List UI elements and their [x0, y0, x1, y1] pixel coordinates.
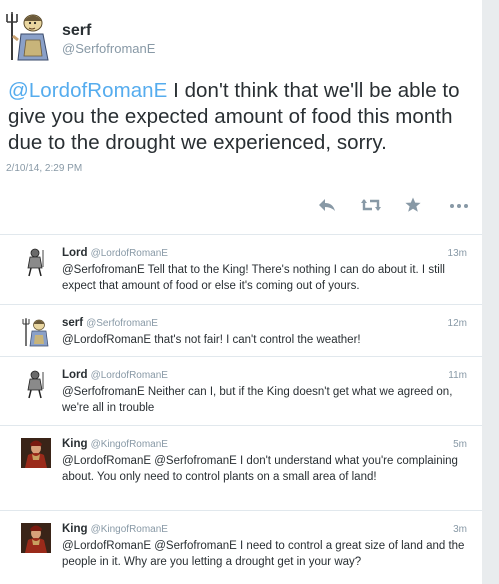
- divider: [0, 425, 482, 426]
- more-icon: [450, 204, 468, 208]
- divider: [0, 510, 482, 511]
- knight-avatar-icon: [27, 370, 44, 399]
- main-tweet: serf @SerfofromanE @LordofRomanE I don't…: [0, 0, 482, 234]
- reply-author-name[interactable]: Lord: [62, 369, 88, 381]
- tweet-actions: [0, 197, 482, 221]
- tweet-detail-panel: serf @SerfofromanE @LordofRomanE I don't…: [0, 0, 482, 584]
- reply-author-name[interactable]: serf: [62, 317, 83, 329]
- reply-time[interactable]: 3m: [453, 524, 467, 535]
- favorite-button[interactable]: [405, 197, 421, 219]
- serf-avatar[interactable]: [4, 10, 52, 62]
- tweet-timestamp[interactable]: 2/10/14, 2:29 PM: [6, 163, 82, 174]
- reply-icon: [319, 199, 335, 211]
- reply-time[interactable]: 11m: [448, 370, 467, 381]
- retweet-icon: [361, 199, 381, 211]
- knight-avatar[interactable]: [21, 247, 51, 277]
- reply-author-handle[interactable]: @KingofRomanE: [91, 439, 168, 450]
- tweet-text: @LordofRomanE I don't think that we'll b…: [8, 78, 468, 156]
- reply-text: @SerfofromanE Neither can I, but if the …: [62, 386, 453, 414]
- reply-button[interactable]: [318, 197, 336, 219]
- knight-avatar[interactable]: [21, 369, 51, 399]
- reply-author-handle[interactable]: @LordofRomanE: [91, 370, 168, 381]
- king-avatar[interactable]: [21, 523, 51, 553]
- king-portrait-avatar-icon: [21, 438, 51, 468]
- author-name[interactable]: serf: [62, 22, 91, 40]
- reply-author-name[interactable]: King: [62, 523, 88, 535]
- window-edge: [482, 0, 499, 584]
- reply-author-handle[interactable]: @SerfofromanE: [86, 318, 158, 329]
- divider: [0, 304, 482, 305]
- reply-text: @LordofRomanE that's not fair! I can't c…: [62, 334, 361, 346]
- favorite-icon: [405, 197, 421, 212]
- mention-link[interactable]: @LordofRomanE: [8, 79, 167, 102]
- reply-author-name[interactable]: King: [62, 438, 88, 450]
- king-avatar[interactable]: [21, 438, 51, 468]
- serf-avatar[interactable]: [21, 317, 51, 347]
- reply-text: @SerfofromanE Tell that to the King! The…: [62, 264, 445, 292]
- more-button[interactable]: [449, 197, 469, 218]
- reply-text: @LordofRomanE @SerfofromanE I need to co…: [62, 540, 465, 568]
- reply-time[interactable]: 13m: [448, 248, 467, 259]
- reply-author-handle[interactable]: @KingofRomanE: [91, 524, 168, 535]
- knight-avatar-icon: [27, 248, 44, 277]
- reply-time[interactable]: 12m: [448, 318, 467, 329]
- divider: [0, 356, 482, 357]
- retweet-button[interactable]: [360, 197, 382, 219]
- reply-author-name[interactable]: Lord: [62, 247, 88, 259]
- reply-text: @LordofRomanE @SerfofromanE I don't unde…: [62, 455, 458, 483]
- reply-time[interactable]: 5m: [453, 439, 467, 450]
- author-handle[interactable]: @SerfofromanE: [62, 41, 155, 56]
- divider: [0, 234, 482, 235]
- king-portrait-avatar-icon: [21, 523, 51, 553]
- serf-peasant-avatar-icon: [22, 318, 49, 347]
- reply-author-handle[interactable]: @LordofRomanE: [91, 248, 168, 259]
- serf-peasant-avatar-icon: [6, 12, 49, 61]
